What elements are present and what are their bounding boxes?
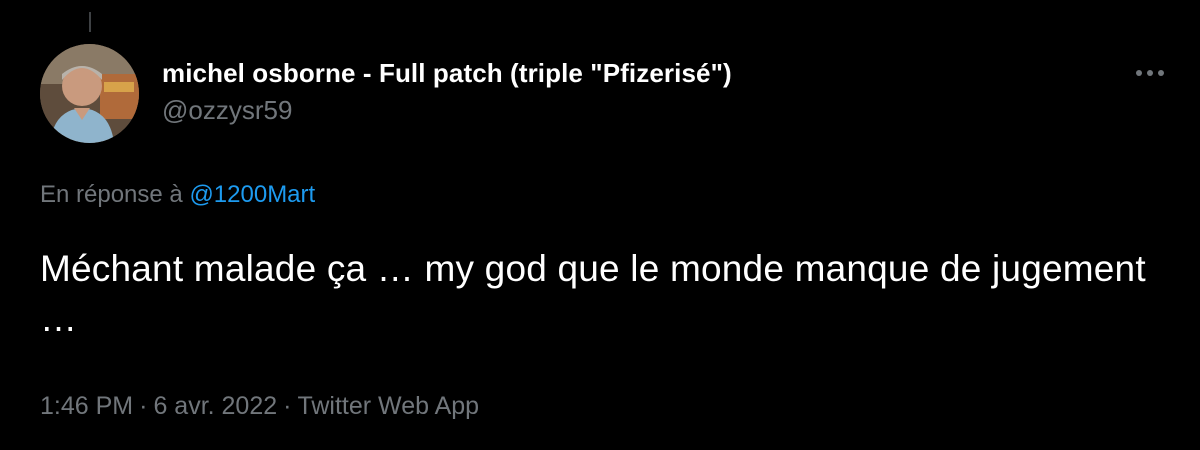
tweet-time[interactable]: 1:46 PM [40,392,133,420]
meta-separator: · [283,392,292,420]
author-handle[interactable]: @ozzysr59 [162,95,732,126]
more-horizontal-icon [1136,70,1164,76]
tweet-metadata: 1:46 PM · 6 avr. 2022 · Twitter Web App [40,392,479,421]
author-display-name[interactable]: michel osborne - Full patch (triple "Pfi… [162,58,732,89]
avatar-image [40,44,139,143]
avatar[interactable] [40,44,139,143]
tweet-text: Méchant malade ça … my god que le monde … [40,248,1146,339]
user-info: michel osborne - Full patch (triple "Pfi… [162,58,732,126]
reply-context: En réponse à @1200Mart [40,181,315,209]
tweet-source: Twitter Web App [297,392,480,420]
meta-separator: · [139,392,148,420]
more-options-button[interactable] [1128,56,1172,90]
thread-connector-line [89,12,91,32]
tweet-date[interactable]: 6 avr. 2022 [153,392,277,420]
reply-prefix: En réponse à [40,181,190,208]
reply-mention-link[interactable]: @1200Mart [189,181,315,208]
